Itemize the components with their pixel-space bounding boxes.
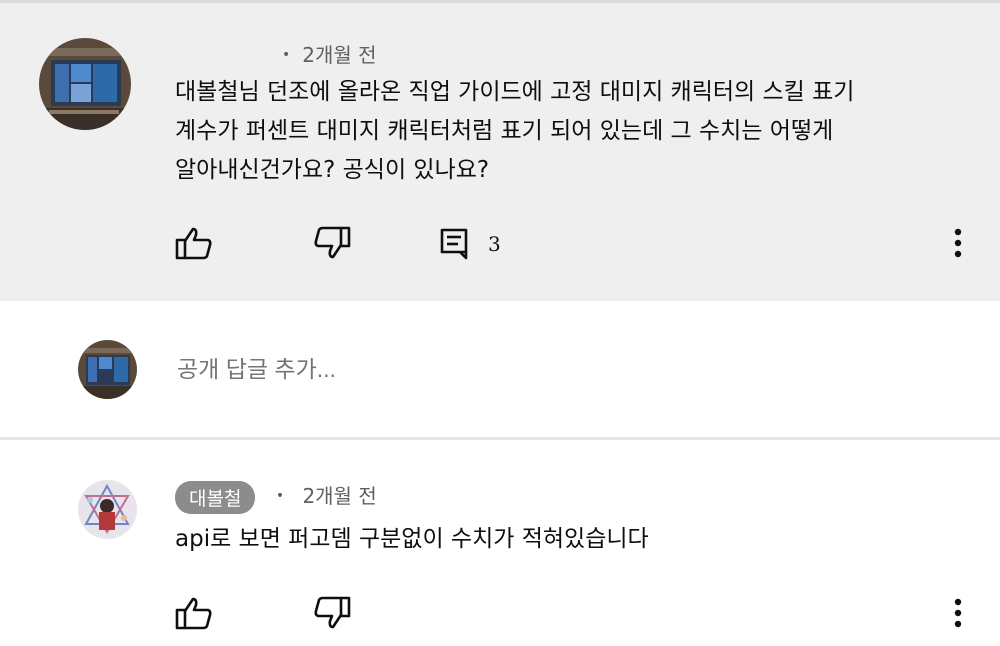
parent-comment-line: 대볼철님 던조에 올라온 직업 가이드에 고정 대미지 캐릭터의 스킬 표기 — [175, 79, 855, 105]
reply-time: 2개월 전 — [302, 484, 377, 508]
reply-meta: 대볼철 • 2개월 전 — [175, 480, 377, 514]
parent-like-button[interactable] — [175, 226, 213, 260]
more-vert-icon — [954, 228, 962, 258]
current-user-avatar — [78, 340, 137, 399]
reply-author-chip[interactable]: 대볼철 — [175, 481, 256, 514]
parent-comment-line: 알아내신건가요? 공식이 있나요? — [175, 157, 490, 183]
parent-comment-avatar[interactable] — [39, 38, 131, 130]
reply-dislike-button[interactable] — [313, 596, 351, 630]
parent-comment-meta: • 2개월 전 — [282, 43, 377, 67]
thumbs-down-icon — [314, 596, 351, 629]
reply-author-avatar[interactable] — [78, 480, 137, 539]
parent-dislike-button[interactable] — [313, 226, 351, 260]
parent-more-button[interactable] — [946, 223, 970, 263]
comment-icon — [440, 228, 468, 260]
thumbs-down-icon — [314, 226, 351, 259]
thumbs-up-icon — [175, 597, 212, 630]
parent-reply-button[interactable]: 3 — [440, 228, 501, 260]
reply-input[interactable] — [175, 355, 879, 384]
thumbs-up-icon — [175, 227, 212, 260]
parent-comment-line: 계수가 퍼센트 대미지 캐릭터처럼 표기 되어 있는데 그 수치는 어떻게 — [175, 118, 834, 144]
parent-comment-text: 대볼철님 던조에 올라온 직업 가이드에 고정 대미지 캐릭터의 스킬 표기 계… — [175, 73, 854, 190]
section-divider — [0, 437, 1000, 440]
reply-more-button[interactable] — [946, 593, 970, 633]
reply-like-button[interactable] — [175, 596, 213, 630]
reply-text: api로 보면 퍼고뎀 구분없이 수치가 적혀있습니다 — [175, 526, 649, 552]
parent-comment-time: 2개월 전 — [302, 43, 377, 67]
more-vert-icon — [954, 598, 962, 628]
reply-count: 3 — [488, 232, 501, 256]
